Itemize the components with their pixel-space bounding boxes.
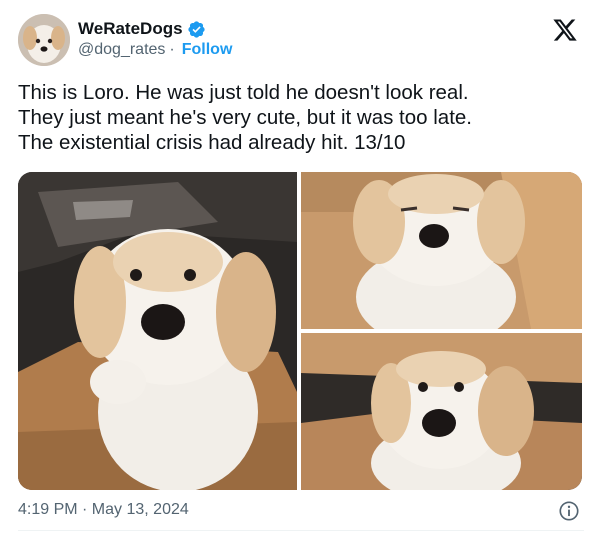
verified-badge-icon [187, 20, 205, 38]
tweet-text: This is Loro. He was just told he doesn'… [18, 81, 472, 154]
tweet-header: WeRateDogs @dog_rates · Follow [18, 14, 584, 66]
photo-1[interactable] [18, 172, 297, 490]
x-logo-icon[interactable] [552, 17, 578, 43]
tweet-footer: 4:19 PM · May 13, 2024 [18, 500, 584, 522]
author-name[interactable]: WeRateDogs [78, 19, 183, 39]
author-row: WeRateDogs [78, 19, 206, 39]
photo-2[interactable] [301, 172, 582, 329]
handle-separator: · [169, 41, 175, 58]
bottom-divider [18, 530, 584, 531]
avatar[interactable] [18, 14, 70, 66]
tweet-card: WeRateDogs @dog_rates · Follow This is L… [0, 0, 600, 535]
handle-row: @dog_rates · Follow [78, 41, 232, 59]
author-handle[interactable]: @dog_rates [78, 41, 165, 59]
media-grid [18, 172, 582, 490]
follow-button[interactable]: Follow [182, 41, 233, 59]
timestamp[interactable]: 4:19 PM · May 13, 2024 [18, 501, 189, 519]
info-icon[interactable] [558, 500, 580, 522]
photo-3[interactable] [301, 333, 582, 490]
